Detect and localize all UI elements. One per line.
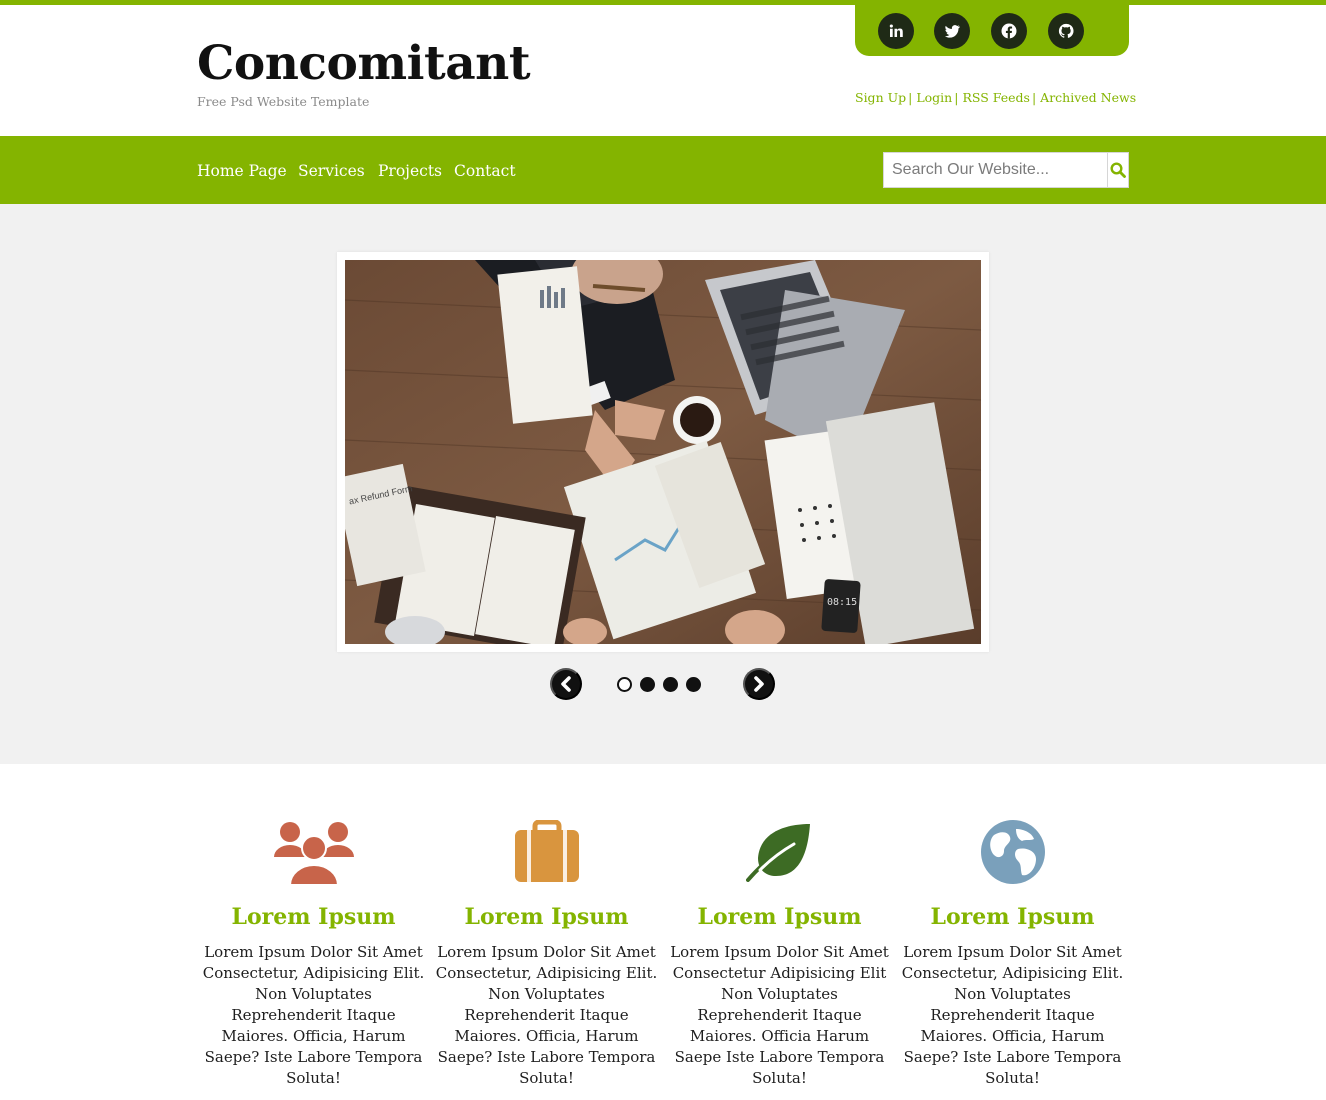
rss-feeds-link[interactable]: RSS Feeds [962,90,1030,105]
leaf-icon [663,812,896,892]
feature-description: Lorem Ipsum Dolor Sit Amet Consectetur A… [670,943,889,1087]
nav-item-projects[interactable]: Projects [378,162,442,180]
sign-up-link[interactable]: Sign Up [855,90,906,105]
briefcase-icon [430,812,663,892]
social-links-tab [855,0,1129,56]
search-icon [1110,162,1126,178]
feature-title: Lorem Ipsum [930,904,1095,930]
feature-description: Lorem Ipsum Dolor Sit Amet Consectetur, … [202,943,425,1087]
users-icon [197,812,430,892]
link-separator: | [1031,89,1037,105]
slider-dot-1[interactable] [617,677,632,692]
slide-image: 08:15 ax Refund Form [345,260,981,644]
feature-title: Lorem Ipsum [231,904,396,930]
link-separator: | [954,89,959,105]
svg-text:08:15: 08:15 [827,597,857,608]
site-tagline: Free Psd Website Template [197,94,370,109]
globe-icon [896,812,1129,892]
feature-description: Lorem Ipsum Dolor Sit Amet Consectetur, … [901,943,1124,1087]
search-form [883,152,1129,188]
nav-item-services[interactable]: Services [298,162,365,180]
slide-frame: 08:15 ax Refund Form [337,252,989,652]
nav-item-home[interactable]: Home Page [197,162,287,180]
hero-slider-section: 08:15 ax Refund Form [0,204,1326,764]
linkedin-icon[interactable] [878,13,914,49]
slider-dot-2[interactable] [640,677,655,692]
feature-card: Lorem Ipsum Lorem Ipsum Dolor Sit Amet C… [663,812,896,1089]
login-link[interactable]: Login [916,90,952,105]
slider-dot-3[interactable] [663,677,678,692]
link-separator: | [908,89,913,105]
site-logo[interactable]: Concomitant [197,36,531,91]
twitter-icon[interactable] [934,13,970,49]
search-button[interactable] [1107,153,1128,187]
search-input[interactable] [884,153,1107,187]
feature-card: Lorem Ipsum Lorem Ipsum Dolor Sit Amet C… [430,812,663,1089]
chevron-right-icon [754,676,764,692]
main-navigation: Home Page Services Projects Contact [0,136,1326,204]
github-icon[interactable] [1048,13,1084,49]
account-links: Sign Up | Login | RSS Feeds | Archived N… [855,88,1136,106]
feature-title: Lorem Ipsum [697,904,862,930]
slider-dot-4[interactable] [686,677,701,692]
feature-card: Lorem Ipsum Lorem Ipsum Dolor Sit Amet C… [197,812,430,1089]
feature-card: Lorem Ipsum Lorem Ipsum Dolor Sit Amet C… [896,812,1129,1089]
archived-news-link[interactable]: Archived News [1040,90,1136,105]
slider-next-button[interactable] [743,668,775,700]
slider-prev-button[interactable] [550,668,582,700]
facebook-icon[interactable] [991,13,1027,49]
feature-title: Lorem Ipsum [464,904,629,930]
nav-item-contact[interactable]: Contact [454,162,516,180]
feature-description: Lorem Ipsum Dolor Sit Amet Consectetur, … [435,943,658,1087]
chevron-left-icon [561,676,571,692]
